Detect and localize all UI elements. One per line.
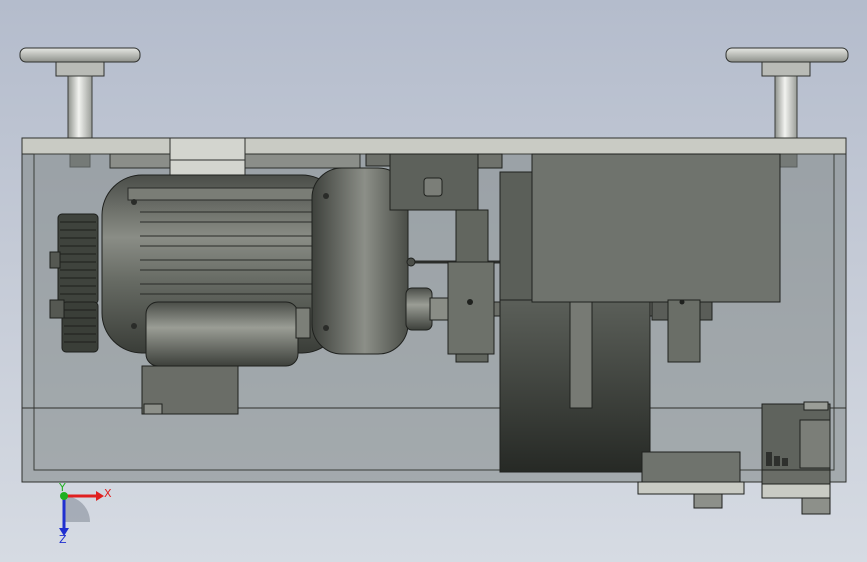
coordinate-triad: X Y Z	[58, 481, 112, 546]
cad-viewport[interactable]: X Y Z	[0, 0, 867, 562]
top-plate[interactable]	[21, 137, 847, 155]
terminal-box[interactable]	[761, 401, 831, 515]
base-block[interactable]	[637, 451, 745, 509]
x-axis-label: X	[104, 487, 112, 500]
x-axis-arrowhead	[96, 491, 104, 501]
gearbox-block[interactable]	[531, 153, 781, 303]
triad-plane-shade	[64, 496, 90, 522]
y-axis-label: Y	[58, 481, 66, 494]
z-axis-label: Z	[59, 533, 67, 546]
